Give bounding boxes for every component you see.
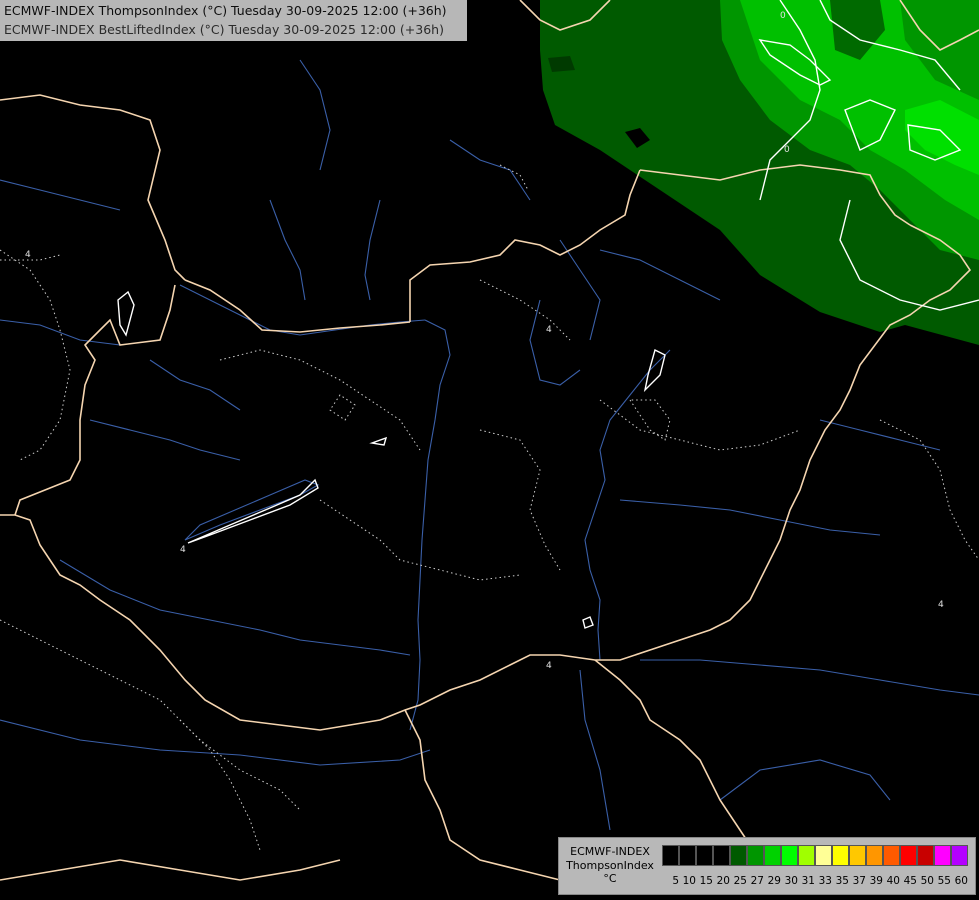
legend-swatch [730, 845, 747, 866]
map-title-box: ECMWF-INDEX ThompsonIndex (°C) Tuesday 3… [0, 0, 467, 41]
legend-tick-label: 30 [784, 875, 798, 887]
contour-label: 4 [546, 325, 552, 335]
legend-tick-label: 55 [937, 875, 951, 887]
legend-tick-label: 20 [716, 875, 730, 887]
legend-tick-label: 39 [869, 875, 883, 887]
legend-model: ECMWF-INDEX [570, 845, 650, 858]
contour-label: 4 [180, 545, 186, 555]
legend-title: ECMWF-INDEX ThompsonIndex °C [562, 845, 658, 886]
legend-swatches [662, 845, 968, 866]
legend-tick-label: 15 [699, 875, 713, 887]
legend-swatch [679, 845, 696, 866]
legend-swatch [815, 845, 832, 866]
legend-tick-label: 25 [733, 875, 747, 887]
legend-swatch [764, 845, 781, 866]
legend-swatch [696, 845, 713, 866]
legend-swatch [747, 845, 764, 866]
title-secondary: ECMWF-INDEX BestLiftedIndex (°C) Tuesday… [4, 22, 444, 37]
legend-tick-label: 60 [954, 875, 968, 887]
legend-swatch [849, 845, 866, 866]
legend-swatch [917, 845, 934, 866]
legend-swatch [662, 845, 679, 866]
legend-swatch [883, 845, 900, 866]
legend-swatch [832, 845, 849, 866]
legend-ticks: 5 10 15 20 25 27 29 30 31 33 35 37 39 40 45 50 55 60 [662, 874, 968, 888]
legend-tick-label: 45 [903, 875, 917, 887]
legend-tick-label: 27 [750, 875, 764, 887]
legend-unit: °C [603, 872, 617, 885]
legend-tick-label: 5 [672, 875, 679, 887]
legend-tick-label: 31 [801, 875, 815, 887]
contour-label: 4 [25, 250, 31, 260]
legend-swatch [866, 845, 883, 866]
legend-tick-label: 50 [920, 875, 934, 887]
title-primary: ECMWF-INDEX ThompsonIndex (°C) Tuesday 3… [4, 3, 447, 18]
legend-swatch [900, 845, 917, 866]
legend-swatch [951, 845, 968, 866]
legend-tick-label: 29 [767, 875, 781, 887]
contour-label: 0 [784, 145, 790, 155]
legend-swatch [798, 845, 815, 866]
legend-tick-label: 40 [886, 875, 900, 887]
legend-tick-label: 37 [852, 875, 866, 887]
legend-swatch [934, 845, 951, 866]
contour-label: 4 [546, 661, 552, 671]
legend-swatch [781, 845, 798, 866]
weather-map: 4 4 4 4 4 0 0 [0, 0, 979, 900]
legend-parameter: ThompsonIndex [566, 858, 654, 872]
legend-tick-label: 33 [818, 875, 832, 887]
legend-tick-label: 10 [682, 875, 696, 887]
color-legend: ECMWF-INDEX ThompsonIndex °C 5 10 15 20 25 27… [558, 837, 976, 895]
contour-label: 4 [938, 600, 944, 610]
contour-label: 0 [780, 11, 786, 21]
legend-tick-label: 35 [835, 875, 849, 887]
legend-swatch [713, 845, 730, 866]
